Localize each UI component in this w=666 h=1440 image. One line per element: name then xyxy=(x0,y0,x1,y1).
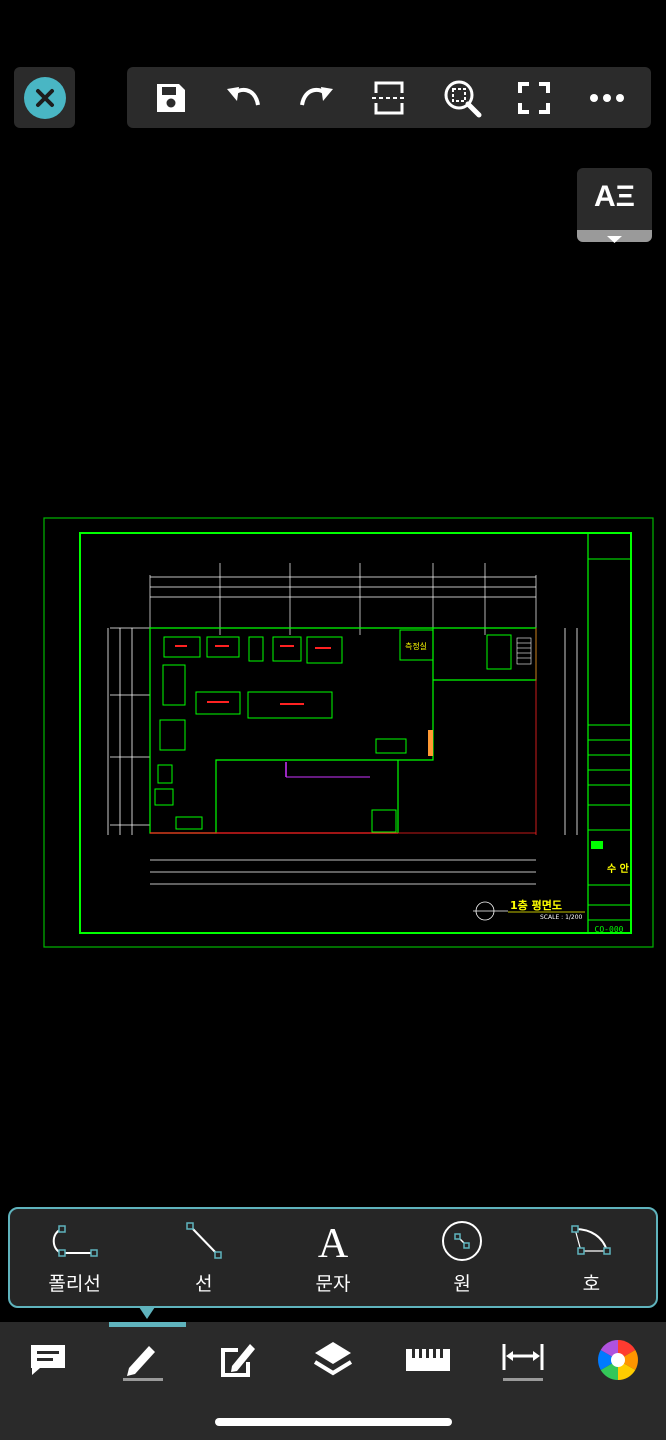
panel-pointer xyxy=(139,1307,155,1319)
plan-scale: SCALE : 1/200 xyxy=(540,914,583,921)
arc-tool-label: 호 xyxy=(582,1273,601,1295)
text-tool-label: 문자 xyxy=(315,1273,351,1295)
redo-button[interactable] xyxy=(290,72,342,124)
text-style-button[interactable]: AΞ xyxy=(577,168,652,243)
close-icon xyxy=(23,76,66,119)
line-tool[interactable]: 선 xyxy=(149,1213,259,1303)
tab-dimension[interactable] xyxy=(493,1332,553,1388)
draw-tools-panel: 폴리선 선 A 문자 원 호 xyxy=(8,1207,658,1308)
fullscreen-icon xyxy=(518,81,551,114)
fit-width-icon xyxy=(371,81,406,114)
text-tool[interactable]: A 문자 xyxy=(278,1213,388,1303)
close-button[interactable] xyxy=(14,67,75,128)
plan-title: 1층 평면도 xyxy=(510,898,562,912)
color-wheel-icon xyxy=(598,1340,639,1380)
pen-icon xyxy=(122,1346,163,1381)
dimension-icon xyxy=(502,1344,544,1381)
layers-icon xyxy=(313,1342,353,1376)
arc-icon xyxy=(571,1225,612,1255)
undo-icon xyxy=(226,86,260,105)
zoom-area-icon xyxy=(444,80,482,117)
bottom-tabs xyxy=(0,1332,666,1388)
active-tab-indicator xyxy=(109,1322,186,1327)
text-style-icon: AΞ xyxy=(594,180,635,213)
circle-tool[interactable]: 원 xyxy=(407,1213,517,1303)
save-button[interactable] xyxy=(145,72,197,124)
polyline-tool-label: 폴리선 xyxy=(48,1273,101,1295)
polyline-icon xyxy=(52,1225,98,1257)
zoom-area-button[interactable] xyxy=(436,72,488,124)
room-label: 측정실 xyxy=(405,641,427,651)
top-toolbar xyxy=(127,67,651,128)
drawing-number: CO-000 xyxy=(595,925,624,934)
fit-width-button[interactable] xyxy=(363,72,415,124)
text-icon: A xyxy=(318,1221,349,1263)
tab-comment[interactable] xyxy=(18,1332,78,1388)
tab-color[interactable] xyxy=(588,1332,648,1388)
tab-ruler[interactable] xyxy=(398,1332,458,1388)
circle-tool-label: 원 xyxy=(453,1273,471,1295)
polyline-tool[interactable]: 폴리선 xyxy=(20,1213,130,1303)
tab-pen[interactable] xyxy=(113,1332,173,1388)
more-button[interactable] xyxy=(581,72,633,124)
cad-drawing-canvas[interactable]: CO-000 수 안 측정실 1층 평면도 SCALE: 1/200 xyxy=(0,515,666,951)
more-icon xyxy=(589,93,624,102)
company-name: 수 안 xyxy=(607,862,630,875)
comment-icon xyxy=(30,1345,65,1375)
tab-edit[interactable] xyxy=(208,1332,268,1388)
fullscreen-button[interactable] xyxy=(508,72,560,124)
line-tool-label: 선 xyxy=(195,1273,213,1295)
tab-layers[interactable] xyxy=(303,1332,363,1388)
line-icon xyxy=(186,1222,222,1259)
home-indicator xyxy=(215,1418,452,1426)
ruler-icon xyxy=(406,1349,451,1371)
arc-tool[interactable]: 호 xyxy=(536,1213,646,1303)
svg-text:A: A xyxy=(318,1221,349,1263)
undo-button[interactable] xyxy=(218,72,270,124)
save-icon xyxy=(157,83,186,112)
text-style-dropdown xyxy=(577,230,652,243)
redo-icon xyxy=(300,86,334,105)
circle-icon xyxy=(442,1221,483,1261)
edit-icon xyxy=(220,1344,255,1377)
